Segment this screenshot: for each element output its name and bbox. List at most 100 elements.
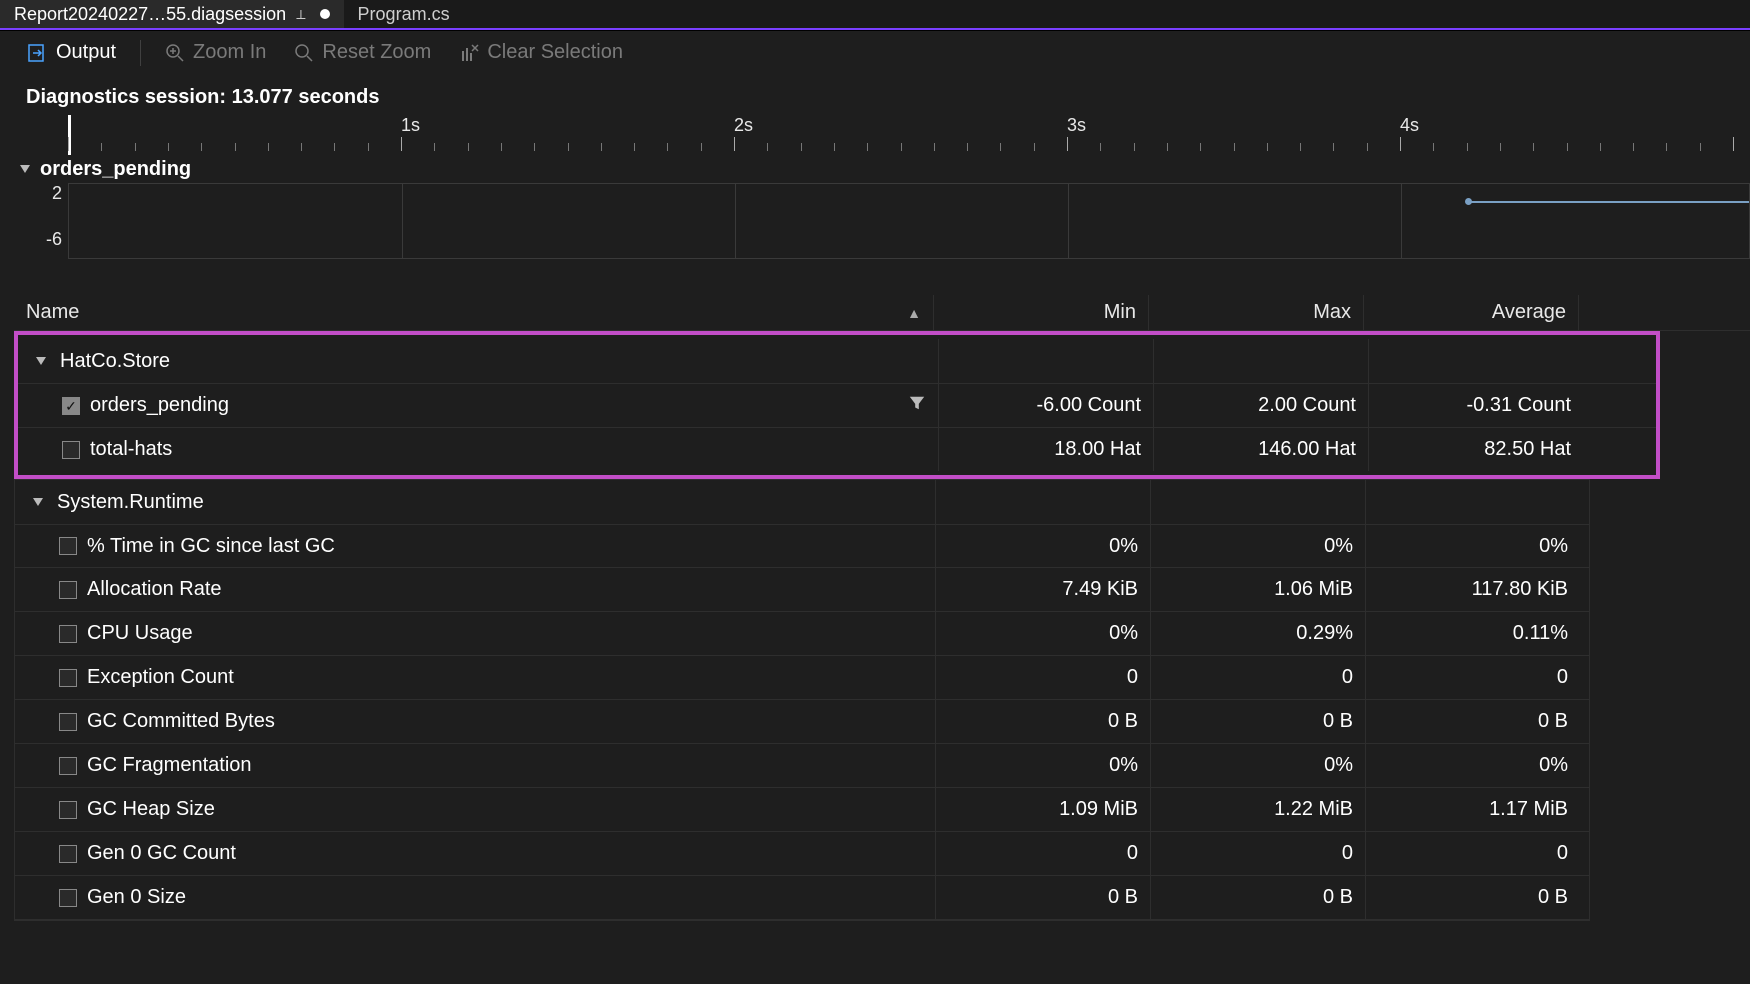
lane-yaxis: 2 -6 [20,183,68,259]
col-min-label: Min [1104,301,1136,324]
row-checkbox[interactable] [62,397,80,415]
table-row[interactable]: total-hats 18.00 Hat 146.00 Hat 82.50 Ha… [18,427,1656,471]
table-header: Name ▲ Min Max Average [14,295,1750,330]
empty-cell [938,339,1153,383]
tab-diagsession[interactable]: Report20240227…55.diagsession ⟂ [0,0,344,28]
table-row[interactable]: GC Heap Size 1.09 MiB 1.22 MiB 1.17 MiB [15,788,1589,832]
tab-program-cs[interactable]: Program.cs [344,0,464,28]
empty-cell [1150,480,1365,524]
session-duration-label: Diagnostics session: 13.077 seconds [0,74,1750,115]
counter-name: GC Heap Size [87,798,215,821]
caret-down-icon [33,498,43,506]
table-row[interactable]: orders_pending -6.00 Count 2.00 Count -0… [18,383,1656,427]
table-row[interactable]: Allocation Rate 7.49 KiB 1.06 MiB 117.80… [15,568,1589,612]
row-checkbox[interactable] [59,625,77,643]
cell-min: 18.00 Hat [938,428,1153,471]
yaxis-top: 2 [52,183,62,204]
zoom-in-button[interactable]: Zoom In [155,37,276,68]
counter-name: CPU Usage [87,622,193,645]
counter-name: total-hats [90,438,172,461]
table-row[interactable]: Gen 0 Size 0 B 0 B 0 B [15,876,1589,920]
row-checkbox[interactable] [59,713,77,731]
lane-header-orders-pending[interactable]: orders_pending [0,155,1750,183]
table-row[interactable]: Gen 0 GC Count 0 0 0 [15,832,1589,876]
tab-program-label: Program.cs [358,4,450,25]
counter-name: orders_pending [90,394,229,417]
cell-avg: 0% [1365,744,1580,787]
cell-max: 2.00 Count [1153,384,1368,427]
empty-cell [1368,339,1583,383]
table-row[interactable]: Exception Count 0 0 0 [15,656,1589,700]
table-row[interactable]: GC Fragmentation 0% 0% 0% [15,744,1589,788]
row-checkbox[interactable] [59,801,77,819]
clear-selection-label: Clear Selection [487,41,623,64]
col-max-label: Max [1313,301,1351,324]
row-checkbox[interactable] [62,441,80,459]
col-max[interactable]: Max [1149,295,1364,330]
caret-down-icon [36,357,46,365]
cell-max: 0 B [1150,700,1365,743]
output-button[interactable]: Output [18,37,126,68]
cell-avg: 0 [1365,832,1580,875]
data-line [1469,201,1749,203]
col-avg[interactable]: Average [1364,295,1579,330]
row-checkbox[interactable] [59,757,77,775]
cell-max: 0% [1150,525,1365,567]
group-row-system-runtime[interactable]: System.Runtime [15,480,1589,524]
gridline [1401,184,1402,258]
editor-tabs: Report20240227…55.diagsession ⟂ Program.… [0,0,1750,30]
counter-name: Gen 0 GC Count [87,842,236,865]
cell-min: 7.49 KiB [935,568,1150,611]
cell-min: 0% [935,525,1150,567]
cell-max: 0% [1150,744,1365,787]
gridline [735,184,736,258]
caret-down-icon [20,165,30,173]
row-checkbox[interactable] [59,581,77,599]
row-checkbox[interactable] [59,889,77,907]
cell-max: 1.06 MiB [1150,568,1365,611]
zoom-reset-icon [294,43,314,63]
counter-name: % Time in GC since last GC [87,535,335,558]
pin-icon[interactable]: ⟂ [296,6,305,23]
cell-max: 0.29% [1150,612,1365,655]
gridline [402,184,403,258]
col-name-label: Name [26,301,79,324]
clear-selection-button[interactable]: Clear Selection [449,37,633,68]
cell-avg: 0 [1365,656,1580,699]
ruler-tick-1s: 1s [401,115,420,136]
highlighted-group-box: HatCo.Store orders_pending -6.00 Count 2… [14,331,1660,479]
row-checkbox[interactable] [59,537,77,555]
counter-name: Gen 0 Size [87,886,186,909]
group-row-hatco[interactable]: HatCo.Store [18,339,1656,383]
reset-zoom-button[interactable]: Reset Zoom [284,37,441,68]
row-checkbox[interactable] [59,669,77,687]
empty-cell [1365,480,1580,524]
empty-cell [935,480,1150,524]
cell-min: -6.00 Count [938,384,1153,427]
export-icon [28,43,48,63]
table-row[interactable]: % Time in GC since last GC 0% 0% 0% [15,524,1589,568]
cell-max: 0 [1150,656,1365,699]
clear-selection-icon [459,43,479,63]
row-checkbox[interactable] [59,845,77,863]
table-row[interactable]: GC Committed Bytes 0 B 0 B 0 B [15,700,1589,744]
table-row[interactable]: CPU Usage 0% 0.29% 0.11% [15,612,1589,656]
col-name[interactable]: Name ▲ [14,295,934,330]
cell-max: 146.00 Hat [1153,428,1368,471]
output-label: Output [56,41,116,64]
timeline-ruler[interactable]: 1s 2s 3s 4s [20,115,1750,155]
ruler-tick-3s: 3s [1067,115,1086,136]
table-body: HatCo.Store orders_pending -6.00 Count 2… [14,330,1750,921]
ruler-tick-2s: 2s [734,115,753,136]
col-min[interactable]: Min [934,295,1149,330]
lane-plot-orders-pending[interactable]: 2 -6 [20,183,1750,259]
filter-icon[interactable] [908,394,926,418]
tab-diagsession-label: Report20240227…55.diagsession [14,4,286,25]
group-name: HatCo.Store [60,350,170,373]
ruler-ticks: 1s 2s 3s 4s [68,115,1750,155]
lane-grid [68,183,1750,259]
ruler-tick-4s: 4s [1400,115,1419,136]
unsaved-dot-icon [320,9,330,19]
cell-min: 0 B [935,876,1150,919]
cell-min: 1.09 MiB [935,788,1150,831]
